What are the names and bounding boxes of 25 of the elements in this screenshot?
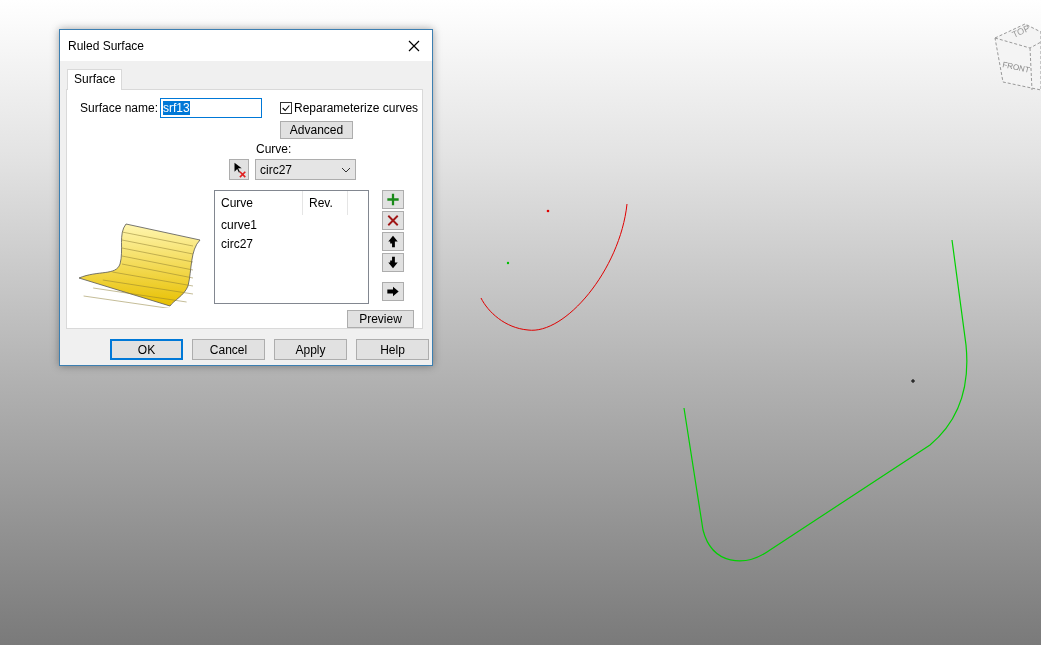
preview-button[interactable]: Preview: [347, 310, 414, 328]
tab[interactable]: Surface: [67, 69, 123, 90]
checkbox[interactable]: [280, 102, 292, 114]
center-point: [506, 261, 510, 265]
dialog-button[interactable]: OK: [110, 339, 183, 360]
curve-dropdown[interactable]: circ27: [255, 159, 356, 181]
list-item[interactable]: circ27: [215, 234, 368, 254]
surface-name-field[interactable]: srf13: [160, 98, 262, 118]
field-label: Surface name:: [80, 101, 160, 115]
checkbox-label: Reparameterize curves: [294, 101, 419, 115]
chevron-down-icon: [341, 166, 351, 173]
column-header[interactable]: Curve: [215, 191, 303, 216]
dialog-button[interactable]: Cancel: [192, 339, 265, 360]
advanced-button[interactable]: Advanced: [280, 121, 353, 140]
add-icon[interactable]: [382, 190, 404, 210]
pick-cursor-icon[interactable]: [229, 159, 249, 181]
curve-label: Curve:: [256, 143, 293, 156]
dialog-button[interactable]: Help: [356, 339, 429, 360]
dialog-button[interactable]: Apply: [274, 339, 347, 360]
list-item[interactable]: curve1: [215, 215, 368, 235]
cross-point-icon: [910, 378, 916, 384]
curve-point: [546, 209, 550, 213]
window-title: Ruled Surface: [68, 38, 145, 53]
close-icon[interactable]: [382, 211, 404, 231]
column-header[interactable]: Rev.: [303, 191, 348, 216]
